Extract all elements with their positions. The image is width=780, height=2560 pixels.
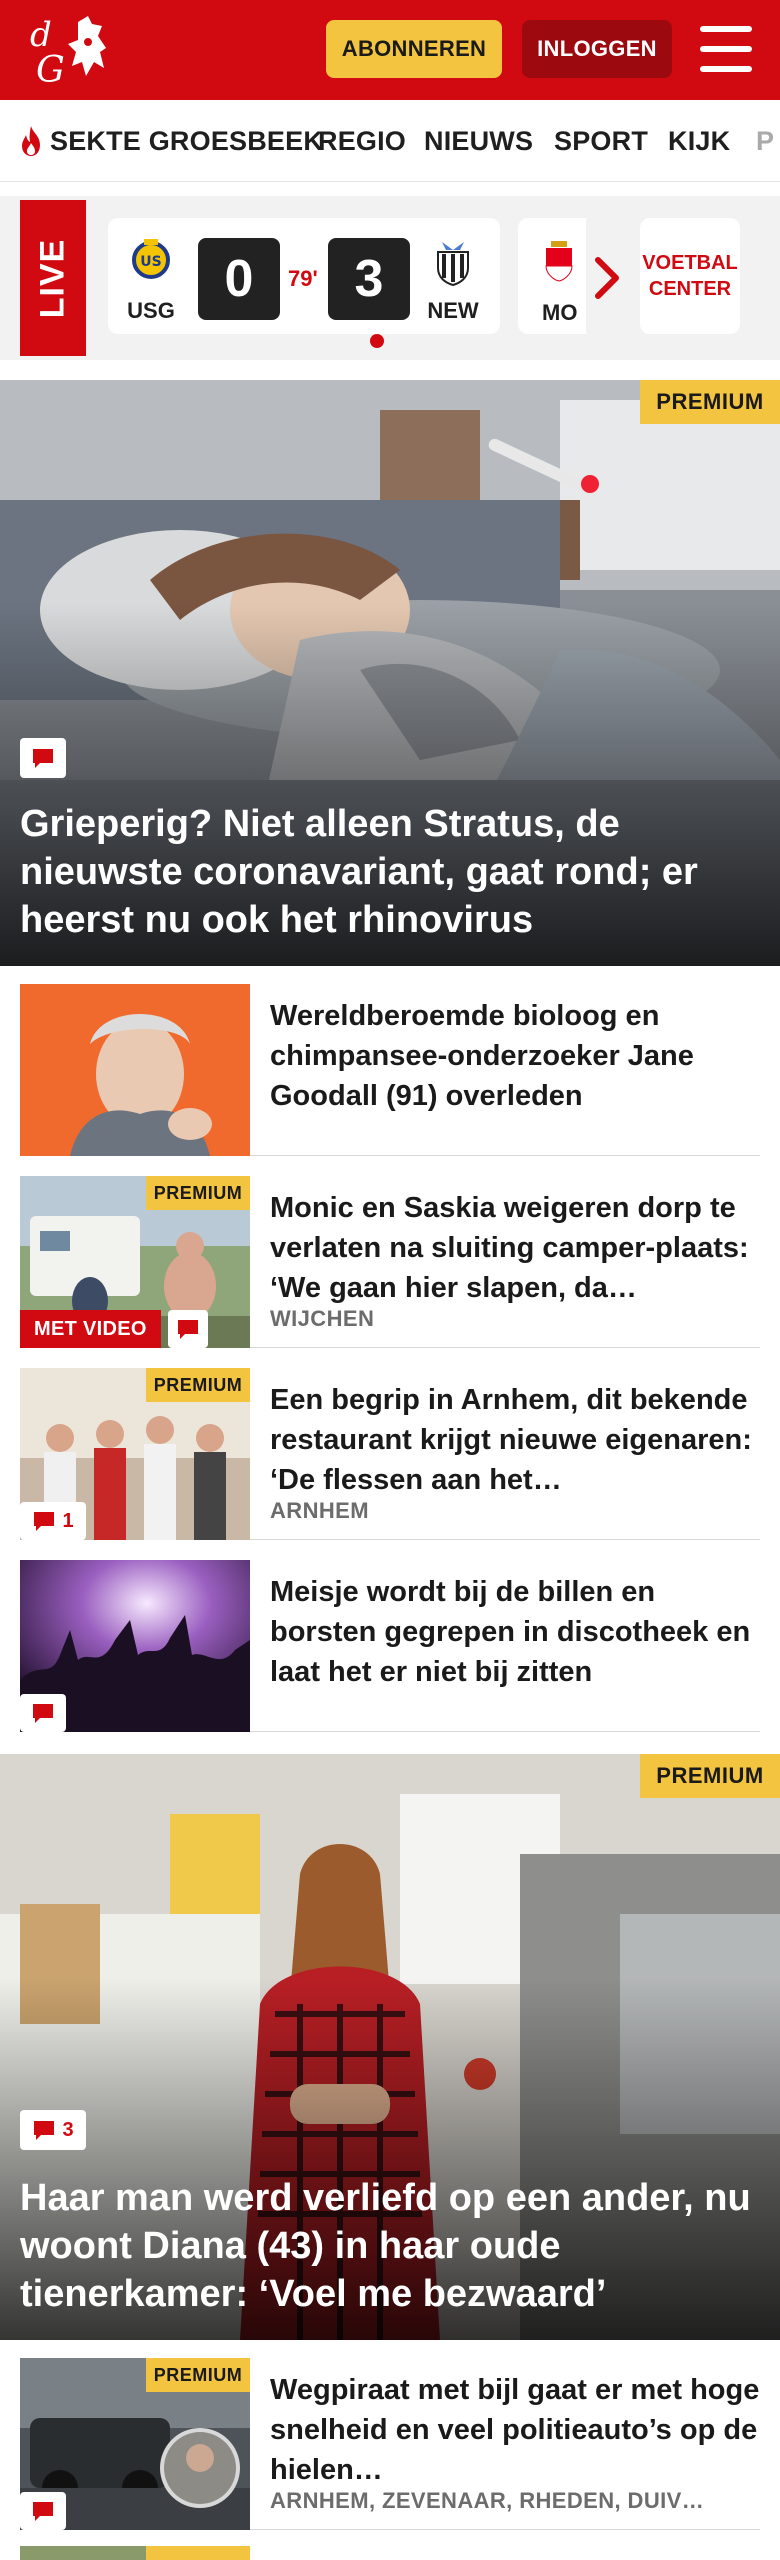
comment-button[interactable]: 1 — [20, 1502, 86, 1540]
premium-badge: PREMIUM — [146, 2358, 250, 2392]
comment-button[interactable]: 3 — [20, 2110, 86, 2150]
live-indicator-dot — [370, 334, 384, 348]
article-title[interactable]: Meisje wordt bij de billen en borsten ge… — [270, 1572, 760, 1692]
away-score: 3 — [328, 238, 410, 320]
list-item[interactable]: Wereldberoemde bioloog en chimpansee-ond… — [20, 984, 760, 1156]
chevron-right-icon[interactable] — [590, 252, 624, 304]
hero-article[interactable]: PREMIUM 3 Haar man werd verliefd op een … — [0, 1754, 780, 2340]
hero-article[interactable]: PREMIUM Grieperig? Niet alleen Stratus, … — [0, 380, 780, 966]
voetbal-center-link[interactable]: VOETBAL CENTER — [640, 218, 740, 334]
nav-item-nieuws[interactable]: NIEUWS — [424, 100, 533, 181]
match-minute: 79' — [288, 266, 318, 291]
subscribe-button[interactable]: ABONNEREN — [326, 20, 502, 78]
live-scores-strip: LIVE US USG 0 79' 3 NEW MO VOETBAL CENTE… — [0, 196, 780, 360]
article-location: ARNHEM — [270, 1498, 369, 1523]
article-title[interactable]: Wegpiraat met bijl gaat er met hoge snel… — [270, 2370, 760, 2490]
match-card[interactable]: US USG 0 79' 3 NEW — [108, 218, 500, 348]
usg-crest-icon: US — [132, 239, 170, 279]
next-team: MO — [542, 300, 578, 325]
nav-item-sekte-groesbeek[interactable]: SEKTE GROESBEEK — [18, 100, 324, 181]
article-title[interactable]: Monic en Saskia weigeren dorp te verlate… — [270, 1188, 760, 1308]
section-nav: SEKTE GROESBEEK REGIO NIEUWS SPORT KIJK … — [0, 100, 780, 182]
article-thumbnail: PREMIUM MET VIDEO — [20, 1176, 250, 1348]
away-team: NEW — [418, 238, 488, 324]
nav-item-more[interactable]: P — [756, 100, 774, 181]
nav-item-kijk[interactable]: KIJK — [668, 100, 730, 181]
hero-title[interactable]: Grieperig? Niet alleen Stratus, de nieuw… — [20, 800, 754, 944]
comment-button[interactable] — [20, 1694, 66, 1732]
list-item[interactable]: PREMIUM MET VIDEO Monic en Saskia weiger… — [20, 1176, 760, 1348]
comment-icon — [33, 2502, 53, 2521]
comment-icon — [34, 1512, 55, 1531]
premium-badge: PREMIUM — [640, 1754, 780, 1798]
next-premium-badge-edge — [146, 2546, 250, 2560]
home-team: US USG — [116, 238, 186, 324]
comment-count: 1 — [62, 1509, 74, 1532]
svg-text:d: d — [30, 15, 52, 55]
article-thumbnail: PREMIUM 1 — [20, 1368, 250, 1540]
list-item[interactable]: Meisje wordt bij de billen en borsten ge… — [20, 1560, 760, 1732]
article-location: ARNHEM, ZEVENAAR, RHEDEN, DUIV… — [270, 2488, 705, 2513]
flame-icon — [22, 126, 40, 156]
menu-icon[interactable] — [700, 26, 752, 72]
nav-label: SEKTE GROESBEEK — [50, 125, 324, 156]
comment-icon — [178, 1320, 198, 1339]
top-header: d G ABONNEREN INLOGGEN — [0, 0, 780, 100]
login-button[interactable]: INLOGGEN — [522, 20, 672, 78]
article-thumbnail — [20, 1560, 250, 1732]
article-location: WIJCHEN — [270, 1306, 375, 1331]
nav-item-sport[interactable]: SPORT — [554, 100, 648, 181]
dg-logo[interactable]: d G — [26, 12, 116, 88]
premium-badge: PREMIUM — [146, 1368, 250, 1402]
premium-badge: PREMIUM — [146, 1176, 250, 1210]
app-root: d G ABONNEREN INLOGGEN SEKTE GROESBEEK R… — [0, 0, 780, 2560]
comment-button[interactable] — [20, 2492, 66, 2530]
article-title[interactable]: Een begrip in Arnhem, dit bekende restau… — [270, 1380, 760, 1500]
comment-count: 3 — [62, 2118, 74, 2141]
list-item[interactable]: PREMIUM Wegpiraat met bijl gaat er met h… — [20, 2358, 760, 2530]
comment-icon — [34, 2121, 55, 2140]
article-thumbnail: PREMIUM — [20, 2358, 250, 2530]
home-score: 0 — [198, 238, 280, 320]
svg-text:US: US — [140, 254, 161, 270]
live-badge: LIVE — [20, 200, 86, 356]
premium-badge: PREMIUM — [640, 380, 780, 424]
comment-button[interactable] — [20, 738, 66, 778]
svg-text:G: G — [36, 50, 65, 88]
hero-title[interactable]: Haar man werd verliefd op een ander, nu … — [20, 2174, 754, 2318]
comment-icon — [33, 1704, 53, 1723]
article-thumbnail — [20, 984, 250, 1156]
monaco-crest-icon — [545, 241, 573, 282]
list-item[interactable]: PREMIUM 1 Een begrip in Arnhem, dit beke… — [20, 1368, 760, 1540]
comment-button[interactable] — [168, 1310, 208, 1348]
article-title[interactable]: Wereldberoemde bioloog en chimpansee-ond… — [270, 996, 760, 1116]
comment-icon — [33, 749, 53, 768]
match-card-next[interactable]: MO — [518, 218, 586, 334]
nav-item-regio[interactable]: REGIO — [318, 100, 406, 181]
newcastle-crest-icon — [437, 242, 469, 287]
video-badge: MET VIDEO — [20, 1310, 161, 1348]
